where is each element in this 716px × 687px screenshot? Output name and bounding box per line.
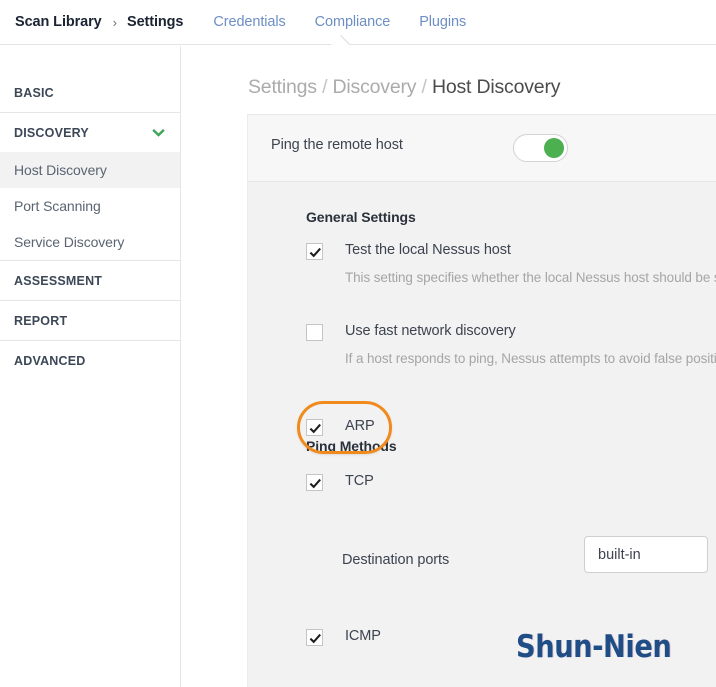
breadcrumb-scan-library[interactable]: Scan Library [15, 14, 102, 30]
general-settings-heading: General Settings [306, 209, 416, 225]
tab-credentials[interactable]: Credentials [213, 14, 285, 30]
app-root: Scan Library › Settings Credentials Comp… [0, 0, 716, 687]
sidebar-group-assessment[interactable]: ASSESSMENT [0, 261, 180, 300]
active-tab-caret-icon [331, 36, 349, 45]
option-tcp-label: TCP [345, 473, 374, 489]
check-icon [309, 633, 321, 644]
ping-methods-heading: Ping Methods [306, 438, 397, 454]
sidebar-group-report[interactable]: REPORT [0, 301, 180, 340]
tab-settings[interactable]: Settings [127, 14, 184, 30]
sidebar-group-discovery-label: DISCOVERY [14, 125, 89, 140]
sidebar-group-advanced[interactable]: ADVANCED [0, 341, 180, 380]
sidebar-item-host-discovery-label: Host Discovery [14, 162, 107, 178]
ping-remote-host-label: Ping the remote host [271, 137, 403, 153]
sidebar-group-basic-label: BASIC [14, 85, 54, 100]
breadcrumb-separator-icon: › [112, 14, 117, 30]
breadcrumb-slash: / [421, 76, 427, 98]
checkbox-icmp[interactable] [306, 629, 323, 646]
destination-ports-input[interactable] [584, 536, 708, 573]
settings-card: Ping the remote host General Settings Te… [247, 114, 716, 687]
toggle-knob [544, 138, 564, 158]
breadcrumb-slash: / [322, 76, 328, 98]
check-icon [309, 423, 321, 434]
sidebar-item-port-scanning[interactable]: Port Scanning [0, 188, 180, 224]
sidebar-group-assessment-label: ASSESSMENT [14, 273, 103, 288]
ping-remote-host-toggle[interactable] [513, 134, 568, 162]
sidebar-group-basic[interactable]: BASIC [0, 73, 180, 112]
destination-ports-label: Destination ports [342, 552, 450, 568]
sidebar-item-service-discovery-label: Service Discovery [14, 234, 125, 250]
watermark: Shun-Nien [516, 629, 672, 665]
option-use-fast-network-discovery-description: If a host responds to ping, Nessus attem… [345, 351, 716, 366]
breadcrumb: Settings / Discovery / Host Discovery [248, 76, 560, 99]
sidebar-item-host-discovery[interactable]: Host Discovery [0, 152, 180, 188]
checkbox-test-local-nessus-host[interactable] [306, 243, 323, 260]
option-arp-label: ARP [345, 418, 375, 434]
sidebar: BASIC DISCOVERY Host Discovery Port Scan… [0, 46, 181, 687]
breadcrumb-host-discovery: Host Discovery [431, 76, 561, 98]
check-icon [309, 247, 321, 258]
option-test-local-nessus-host-description: This setting specifies whether the local… [345, 270, 716, 285]
breadcrumb-settings[interactable]: Settings [248, 76, 317, 98]
sidebar-item-port-scanning-label: Port Scanning [14, 198, 101, 214]
main-content: Settings / Discovery / Host Discovery Pi… [182, 46, 716, 687]
ping-remote-host-row: Ping the remote host [248, 115, 716, 182]
option-test-local-nessus-host-label: Test the local Nessus host [345, 242, 511, 258]
tab-plugins[interactable]: Plugins [419, 14, 466, 30]
sidebar-item-service-discovery[interactable]: Service Discovery [0, 224, 180, 260]
sidebar-group-report-label: REPORT [14, 313, 68, 328]
settings-section-body: General Settings Test the local Nessus h… [248, 182, 716, 687]
top-navigation-bar: Scan Library › Settings Credentials Comp… [0, 0, 716, 45]
option-use-fast-network-discovery-label: Use fast network discovery [345, 323, 516, 339]
breadcrumb-discovery[interactable]: Discovery [333, 76, 417, 98]
checkbox-tcp[interactable] [306, 474, 323, 491]
check-icon [309, 478, 321, 489]
checkbox-use-fast-network-discovery[interactable] [306, 324, 323, 341]
sidebar-group-discovery[interactable]: DISCOVERY [0, 113, 180, 152]
sidebar-group-advanced-label: ADVANCED [14, 353, 86, 368]
chevron-down-icon[interactable] [151, 125, 166, 140]
tab-compliance[interactable]: Compliance [315, 14, 391, 30]
option-icmp-label: ICMP [345, 628, 381, 644]
checkbox-arp[interactable] [306, 419, 323, 436]
